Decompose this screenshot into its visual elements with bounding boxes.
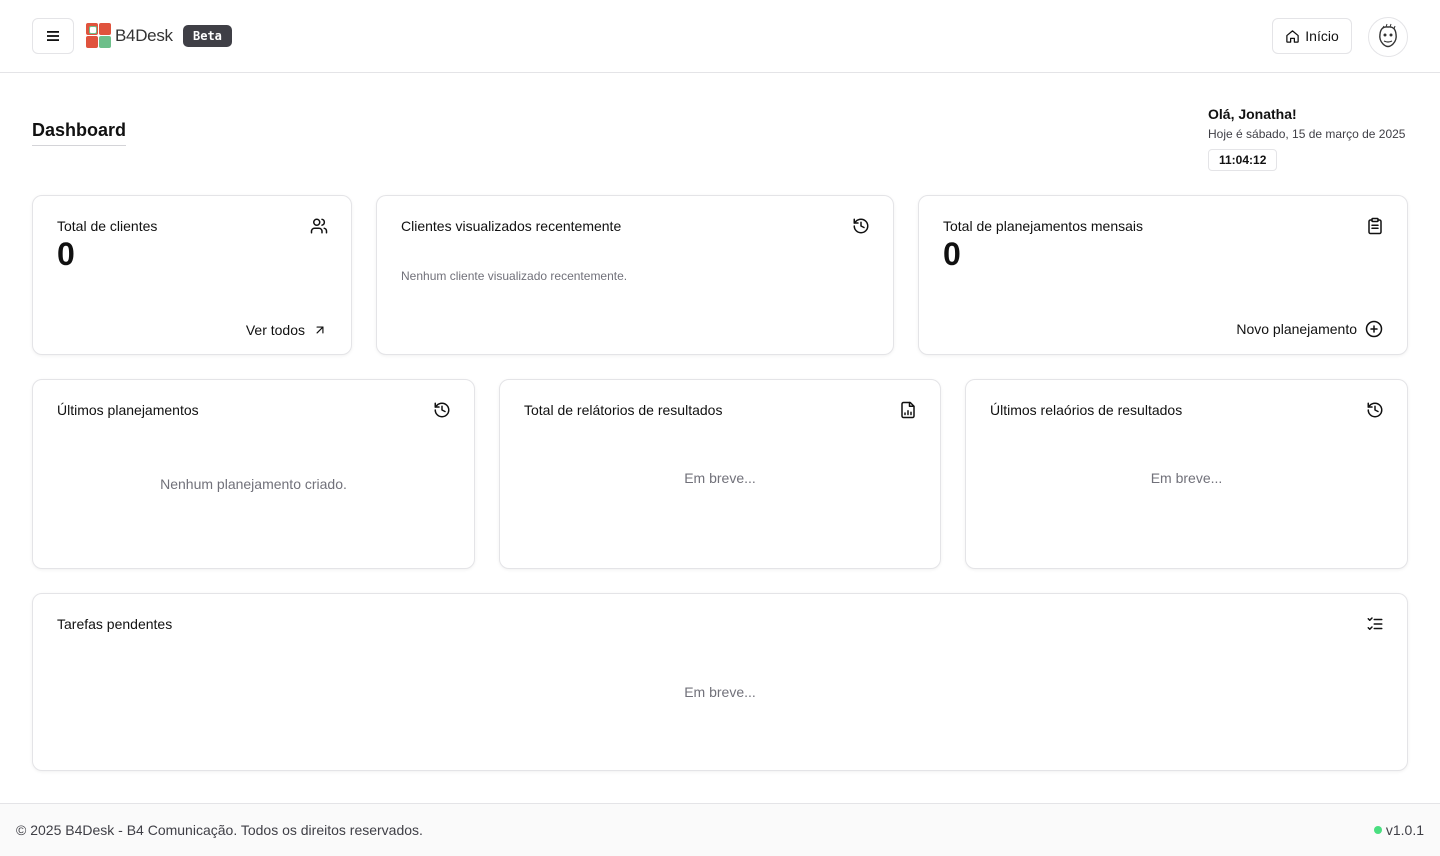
- recent-clients-card: Clientes visualizados recentemente Nenhu…: [376, 195, 894, 355]
- history-icon: [1366, 401, 1384, 419]
- arrow-up-right-icon: [316, 326, 324, 334]
- card-title: Últimos relaórios de resultados: [990, 402, 1183, 418]
- card-title: Clientes visualizados recentemente: [401, 218, 622, 234]
- total-clients-card: Total de clientes 0 Ver todos: [32, 195, 352, 355]
- home-icon: [1286, 29, 1300, 43]
- last-plans-card: Últimos planejamentos Nenhum planejament…: [32, 379, 475, 569]
- plans-count: 0: [943, 236, 961, 272]
- brand-name: B4Desk: [115, 25, 173, 45]
- history-icon: [433, 401, 451, 419]
- link-label: Ver todos: [245, 322, 305, 338]
- page-title: Dashboard: [32, 120, 127, 146]
- view-all-clients-link[interactable]: Ver todos: [246, 322, 327, 338]
- card-title: Total de planejamentos mensais: [943, 218, 1144, 234]
- version-indicator: v1.0.1: [1373, 822, 1424, 838]
- new-plan-link[interactable]: Novo planejamento: [1236, 320, 1383, 338]
- empty-state-text: Nenhum planejamento criado.: [160, 476, 347, 492]
- plus-circle-icon: [1365, 320, 1383, 338]
- greeting-block: Olá, Jonatha! Hoje é sábado, 15 de março…: [1208, 106, 1405, 171]
- current-date: Hoje é sábado, 15 de março de 2025: [1208, 127, 1406, 141]
- clipboard-icon: [1366, 217, 1384, 235]
- pending-tasks-card: Tarefas pendentes Em breve...: [32, 593, 1408, 771]
- home-button[interactable]: Início: [1272, 18, 1352, 54]
- brand-logo[interactable]: B4Desk: [86, 23, 173, 48]
- total-reports-card: Total de relátorios de resultados Em bre…: [499, 379, 941, 569]
- card-title: Últimos planejamentos: [57, 402, 199, 418]
- logo-mark-icon: [86, 23, 111, 48]
- copyright-text: © 2025 B4Desk - B4 Comunicação. Todos os…: [16, 822, 423, 838]
- page-footer: © 2025 B4Desk - B4 Comunicação. Todos os…: [0, 803, 1440, 856]
- clock-badge: 11:04:12: [1208, 149, 1278, 171]
- beta-badge: Beta: [183, 25, 232, 47]
- coming-soon-text: Em breve...: [1150, 470, 1223, 486]
- list-check-icon: [1366, 615, 1384, 633]
- status-dot-icon: [1373, 826, 1382, 834]
- home-button-label: Início: [1305, 28, 1339, 44]
- user-avatar[interactable]: [1368, 17, 1408, 57]
- coming-soon-text: Em breve...: [684, 470, 756, 486]
- link-label: Novo planejamento: [1236, 321, 1357, 337]
- coming-soon-text: Em breve...: [684, 684, 756, 700]
- history-icon: [852, 217, 870, 235]
- empty-state-text: Nenhum cliente visualizado recentemente.: [401, 269, 628, 283]
- greeting-text: Olá, Jonatha!: [1208, 106, 1297, 122]
- card-title: Tarefas pendentes: [57, 616, 173, 632]
- users-icon: [310, 217, 328, 235]
- avatar-illustration-icon: [1375, 23, 1401, 50]
- card-title: Total de relátorios de resultados: [524, 402, 723, 418]
- last-reports-card: Últimos relaórios de resultados Em breve…: [965, 379, 1408, 569]
- top-header: B4Desk Beta Início: [0, 0, 1440, 73]
- hamburger-icon: [47, 31, 59, 41]
- menu-button[interactable]: [32, 18, 74, 54]
- clients-count: 0: [57, 236, 75, 272]
- total-plans-card: Total de planejamentos mensais 0 Novo pl…: [918, 195, 1408, 355]
- card-title: Total de clientes: [57, 218, 158, 234]
- file-chart-icon: [899, 401, 917, 419]
- version-text: v1.0.1: [1385, 822, 1424, 838]
